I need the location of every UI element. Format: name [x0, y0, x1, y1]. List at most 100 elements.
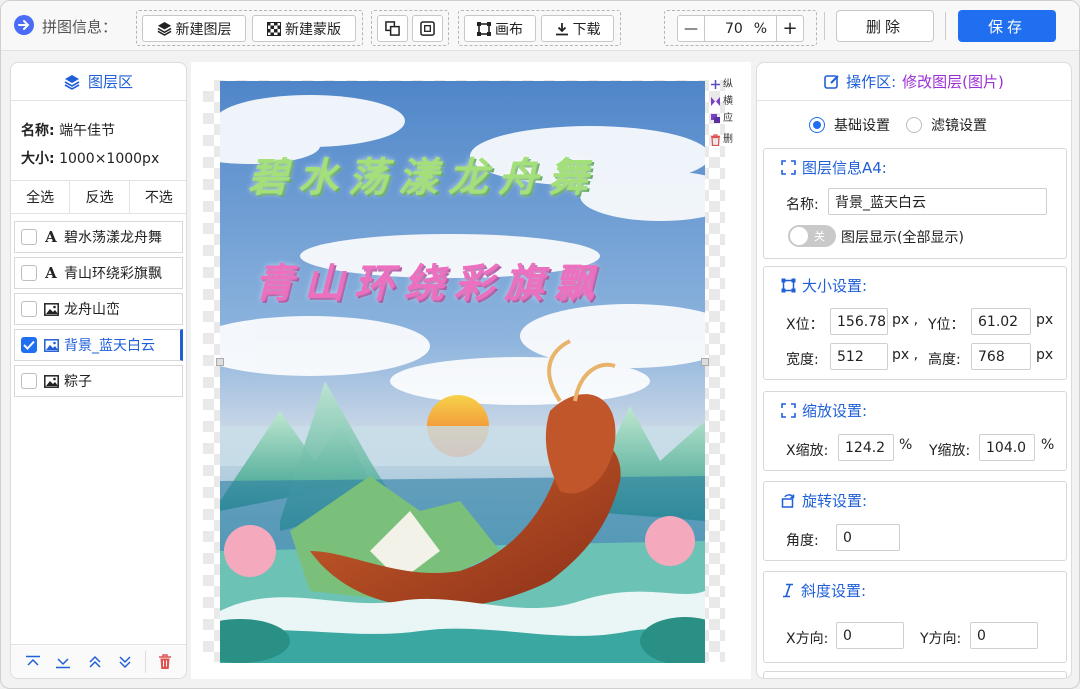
height-label: 高度:	[928, 352, 961, 368]
project-name-label: 名称:	[21, 123, 55, 139]
download-button[interactable]: 下载	[541, 15, 614, 42]
select-all-button[interactable]: 全选	[11, 181, 71, 213]
move-down-icon[interactable]	[116, 653, 134, 671]
new-layer-label: 新建图层	[175, 21, 232, 38]
resize-handle[interactable]	[701, 358, 709, 366]
layer-item[interactable]: A 碧水荡漾龙舟舞	[14, 221, 183, 253]
layer-checkbox[interactable]	[21, 265, 37, 281]
scale-settings-card: 缩放设置: X缩放: 124.2 % Y缩放: 104.0 %	[763, 391, 1067, 471]
width-label: 宽度:	[786, 352, 819, 368]
delete-button[interactable]: 删除	[836, 10, 934, 42]
project-size: 1000×1000px	[59, 151, 160, 167]
menu-item-horizontal[interactable]: 横	[710, 93, 744, 110]
x-scale-unit: %	[899, 437, 913, 453]
tab-basic-settings[interactable]: 基础设置	[809, 115, 890, 135]
width-input[interactable]: 512	[830, 343, 888, 370]
zoom-value: 70	[725, 20, 743, 37]
project-size-label: 大小:	[21, 151, 55, 167]
x-position-label: X位：	[786, 317, 824, 333]
scale-settings-title: 缩放设置:	[781, 400, 867, 421]
layer-visibility-toggle[interactable]: 关	[788, 225, 836, 247]
layer-item[interactable]: A 青山环绕彩旗飘	[14, 257, 183, 289]
angle-input[interactable]: 0	[836, 524, 900, 551]
x-position-input[interactable]: 156.78	[830, 308, 888, 335]
menu-item-apply[interactable]: 应	[710, 110, 744, 127]
canvas-area[interactable]: 碧水荡漾龙舟舞 青山环绕彩旗飘 纵 横 应 删	[191, 62, 751, 679]
artboard-image[interactable]: 碧水荡漾龙舟舞 青山环绕彩旗飘	[220, 81, 705, 663]
select-none-button[interactable]: 不选	[130, 181, 186, 213]
skew-y-label: Y方向:	[920, 631, 962, 647]
tab-basic-label: 基础设置	[834, 118, 890, 134]
layer-panel-title: 图层区	[87, 73, 133, 91]
footer-divider	[145, 651, 146, 673]
layer-label: 龙舟山峦	[64, 302, 120, 318]
rotate-icon	[781, 494, 795, 508]
layer-item[interactable]: 粽子	[14, 365, 183, 397]
move-to-bottom-icon[interactable]	[54, 653, 72, 671]
layer-actions-group: 新建图层 新建蒙版	[136, 10, 363, 46]
menu-item-label: 删	[723, 134, 733, 145]
layer-checkbox-checked[interactable]	[21, 337, 37, 353]
layer-item-selected[interactable]: 背景_蓝天白云	[14, 329, 183, 361]
zoom-group: — 70 % +	[664, 10, 817, 46]
trash-icon[interactable]	[156, 653, 174, 671]
top-toolbar: 拼图信息： 新建图层 新建蒙版 画布 下载 — 70 % + 删除 保存	[1, 1, 1079, 51]
resize-handle[interactable]	[216, 358, 224, 366]
image-layer-icon	[43, 373, 59, 389]
layer-name-input[interactable]: 背景_蓝天白云	[828, 188, 1047, 215]
tab-filter-settings[interactable]: 滤镜设置	[906, 115, 987, 135]
new-mask-button[interactable]: 新建蒙版	[252, 15, 356, 42]
scale-settings-title-text: 缩放设置:	[802, 402, 868, 420]
selection-actions: 全选 反选 不选	[11, 180, 186, 214]
y-scale-input[interactable]: 104.0	[979, 434, 1035, 461]
new-layer-button[interactable]: 新建图层	[142, 15, 246, 42]
canvas-button[interactable]: 画布	[464, 15, 536, 42]
skew-y-input[interactable]: 0	[970, 622, 1038, 649]
x-scale-input[interactable]: 124.2	[838, 434, 894, 461]
layer-checkbox[interactable]	[21, 301, 37, 317]
copy-icon	[385, 21, 400, 36]
layer-item[interactable]: 龙舟山峦	[14, 293, 183, 325]
zoom-in-label: +	[782, 18, 798, 39]
invert-selection-button[interactable]: 反选	[70, 181, 130, 213]
width-unit: px ,	[892, 347, 919, 363]
angle-label: 角度:	[786, 533, 819, 549]
skew-settings-card: 斜度设置: X方向: 0 Y方向: 0	[763, 571, 1067, 663]
poem-line-1[interactable]: 碧水荡漾龙舟舞	[248, 145, 598, 203]
poem-line-2[interactable]: 青山环绕彩旗飘	[254, 251, 604, 309]
layer-checkbox[interactable]	[21, 229, 37, 245]
project-name: 端午佳节	[59, 123, 116, 139]
rotate-settings-card: 旋转设置: 角度: 0	[763, 481, 1067, 561]
download-label: 下载	[572, 21, 601, 38]
layer-label: 背景_蓝天白云	[64, 338, 155, 354]
vertical-flip-icon	[711, 80, 720, 89]
zoom-input[interactable]: 70 %	[705, 15, 777, 42]
y-scale-unit: %	[1041, 437, 1055, 453]
canvas-label: 画布	[495, 21, 523, 38]
save-button[interactable]: 保存	[958, 10, 1056, 42]
y-position-input[interactable]: 61.02	[971, 308, 1031, 335]
zoom-in-button[interactable]: +	[776, 15, 804, 42]
height-input[interactable]: 768	[971, 343, 1031, 370]
zoom-out-label: —	[684, 20, 698, 37]
zoom-out-button[interactable]: —	[677, 15, 705, 42]
image-layer-icon	[43, 301, 59, 317]
radio-unselected[interactable]	[906, 117, 922, 133]
layer-panel-header: 图层区	[11, 63, 186, 101]
move-up-icon[interactable]	[86, 653, 104, 671]
move-to-top-icon[interactable]	[24, 653, 42, 671]
more-settings-card	[763, 671, 1067, 678]
tab-filter-label: 滤镜设置	[931, 118, 987, 134]
operation-panel-subtitle: 修改图层(图片)	[902, 73, 1004, 91]
copy-layer-button[interactable]	[377, 15, 408, 42]
menu-item-vertical[interactable]: 纵	[710, 76, 744, 93]
layer-checkbox[interactable]	[21, 373, 37, 389]
skew-x-input[interactable]: 0	[836, 622, 904, 649]
layer-label: 碧水荡漾龙舟舞	[64, 230, 162, 246]
radio-selected[interactable]	[809, 117, 825, 133]
frame-corners-icon	[781, 160, 796, 175]
menu-item-delete[interactable]: 删	[710, 131, 744, 148]
toolbar-divider	[945, 12, 946, 40]
fit-layer-button[interactable]	[412, 15, 443, 42]
height-unit: px	[1036, 347, 1054, 363]
